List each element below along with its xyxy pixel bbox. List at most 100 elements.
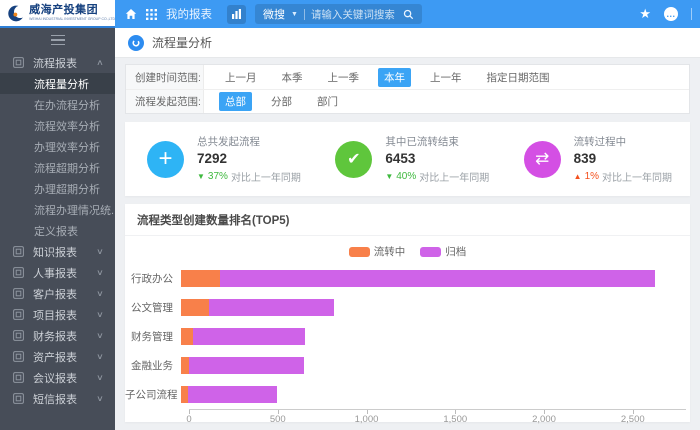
trend-down-icon: ▼ bbox=[385, 172, 393, 181]
sidebar-item-在办流程分析[interactable]: 在办流程分析 bbox=[0, 94, 115, 115]
reports-app-icon[interactable] bbox=[227, 5, 246, 24]
page-title-icon bbox=[128, 35, 144, 51]
stat-delta-percent: 37% bbox=[208, 171, 228, 182]
filter-option-指定日期范围[interactable]: 指定日期范围 bbox=[481, 68, 556, 87]
category-label: 公文管理 bbox=[125, 300, 181, 315]
search-placeholder: 请输入关键词搜索 bbox=[311, 7, 395, 22]
plus-icon: + bbox=[147, 141, 184, 178]
sidebar-collapse-icon[interactable] bbox=[0, 28, 115, 52]
search-divider bbox=[304, 9, 305, 20]
trend-down-icon: ▼ bbox=[197, 172, 205, 181]
chevron-down-icon: ∨ bbox=[96, 247, 104, 256]
filter-option-上一季[interactable]: 上一季 bbox=[322, 68, 366, 87]
bar-segment-归档[interactable] bbox=[193, 328, 305, 345]
stat-card-其中已流转结束: ✔其中已流转结束6453▼40%对比上一年同期 bbox=[313, 134, 501, 184]
more-options-icon[interactable]: ... bbox=[664, 7, 678, 21]
bar-segment-流转中[interactable] bbox=[181, 386, 188, 403]
filter-option-总部[interactable]: 总部 bbox=[219, 92, 252, 111]
sidebar-group-短信报表[interactable]: 短信报表∨ bbox=[0, 388, 115, 409]
favorite-star-icon[interactable]: ★ bbox=[639, 6, 651, 22]
bar-segment-流转中[interactable] bbox=[181, 270, 220, 287]
sidebar-item-label: 流程超期分析 bbox=[34, 160, 100, 176]
stat-value: 6453 bbox=[385, 151, 489, 166]
sidebar-item-流程办理情况统...[interactable]: 流程办理情况统... bbox=[0, 199, 115, 220]
sidebar-item-流程效率分析[interactable]: 流程效率分析 bbox=[0, 115, 115, 136]
bar-segment-归档[interactable] bbox=[189, 357, 304, 374]
sidebar-item-label: 流程办理情况统... bbox=[34, 202, 115, 218]
stat-value: 7292 bbox=[197, 151, 301, 166]
legend-label: 流转中 bbox=[374, 244, 406, 259]
bar-segment-归档[interactable] bbox=[220, 270, 655, 287]
check-icon: ✔ bbox=[335, 141, 372, 178]
sidebar-group-人事报表[interactable]: 人事报表∨ bbox=[0, 262, 115, 283]
sidebar-item-label: 办理效率分析 bbox=[34, 139, 100, 155]
filter-option-本年[interactable]: 本年 bbox=[378, 68, 411, 87]
sidebar-item-办理效率分析[interactable]: 办理效率分析 bbox=[0, 136, 115, 157]
stat-info: 流转过程中839▲1%对比上一年同期 bbox=[574, 134, 672, 184]
topbar: 威海产投集团 WEIHAI INDUSTRIAL INVESTMENT GROU… bbox=[0, 0, 700, 28]
sidebar-item-定义报表[interactable]: 定义报表 bbox=[0, 220, 115, 241]
sidebar-group-label: 流程报表 bbox=[33, 55, 77, 71]
stat-label: 其中已流转结束 bbox=[385, 134, 489, 149]
chart-legend: 流转中归档 bbox=[125, 236, 690, 264]
stacked-bar-金融业务 bbox=[181, 357, 304, 374]
stat-delta-percent: 1% bbox=[585, 171, 599, 182]
chart-row-行政办公: 行政办公 bbox=[125, 264, 690, 293]
sidebar-group-资产报表[interactable]: 资产报表∨ bbox=[0, 346, 115, 367]
logo[interactable]: 威海产投集团 WEIHAI INDUSTRIAL INVESTMENT GROU… bbox=[0, 0, 115, 28]
sidebar-group-label: 财务报表 bbox=[33, 328, 77, 344]
legend-item-归档[interactable]: 归档 bbox=[420, 244, 466, 259]
filter-option-部门[interactable]: 部门 bbox=[311, 92, 344, 111]
legend-swatch bbox=[349, 247, 370, 257]
home-icon[interactable] bbox=[125, 8, 137, 20]
bar-segment-流转中[interactable] bbox=[181, 299, 209, 316]
stat-compare-text: 对比上一年同期 bbox=[419, 169, 489, 184]
bar-segment-流转中[interactable] bbox=[181, 357, 189, 374]
sidebar-group-会议报表[interactable]: 会议报表 ∨ bbox=[0, 367, 115, 388]
top-nav: 我的报表 微搜 ▼ 请输入关键词搜索 ★ ... bbox=[115, 0, 700, 28]
sidebar-group-财务报表[interactable]: 财务报表∨ bbox=[0, 325, 115, 346]
filter-options: 总部分部部门 bbox=[204, 90, 344, 113]
filter-option-本季[interactable]: 本季 bbox=[276, 68, 309, 87]
filter-option-上一年[interactable]: 上一年 bbox=[424, 68, 468, 87]
my-reports-link[interactable]: 我的报表 bbox=[166, 6, 212, 22]
sidebar-item-办理超期分析[interactable]: 办理超期分析 bbox=[0, 178, 115, 199]
sidebar-item-流程超期分析[interactable]: 流程超期分析 bbox=[0, 157, 115, 178]
stat-info: 其中已流转结束6453▼40%对比上一年同期 bbox=[385, 134, 489, 184]
sidebar-group-知识报表[interactable]: 知识报表∨ bbox=[0, 241, 115, 262]
logo-icon bbox=[7, 4, 25, 23]
axis-tick-label: 500 bbox=[270, 414, 286, 425]
sidebar-group-label: 会议报表 bbox=[33, 370, 77, 386]
chevron-up-icon: ∧ bbox=[96, 58, 104, 67]
stat-delta: ▲1%对比上一年同期 bbox=[574, 169, 672, 184]
sidebar-group-流程报表[interactable]: 流程报表 ∧ bbox=[0, 52, 115, 73]
report-folder-icon bbox=[13, 309, 24, 320]
topbar-right-icons: ★ ... bbox=[639, 6, 692, 22]
search-input[interactable]: 微搜 ▼ 请输入关键词搜索 bbox=[255, 4, 422, 24]
bar-segment-归档[interactable] bbox=[188, 386, 277, 403]
chart-x-axis: 05001,0001,5002,0002,500 bbox=[189, 409, 686, 427]
legend-item-流转中[interactable]: 流转中 bbox=[349, 244, 406, 259]
main-content: 流程量分析 创建时间范围:上一月本季上一季本年上一年指定日期范围流程发起范围:总… bbox=[115, 28, 700, 430]
filter-option-上一月[interactable]: 上一月 bbox=[219, 68, 263, 87]
stat-compare-text: 对比上一年同期 bbox=[231, 169, 301, 184]
sidebar-group-客户报表[interactable]: 客户报表∨ bbox=[0, 283, 115, 304]
stacked-bar-行政办公 bbox=[181, 270, 655, 287]
apps-grid-icon[interactable] bbox=[146, 9, 157, 20]
chevron-down-icon: ∨ bbox=[96, 373, 104, 382]
sidebar-item-label: 办理超期分析 bbox=[34, 181, 100, 197]
axis-tick-label: 2,500 bbox=[621, 414, 645, 425]
sidebar-item-流程量分析[interactable]: 流程量分析 bbox=[0, 73, 115, 94]
filter-panel: 创建时间范围:上一月本季上一季本年上一年指定日期范围流程发起范围:总部分部部门 bbox=[125, 64, 690, 114]
logo-subtitle: WEIHAI INDUSTRIAL INVESTMENT GROUP CO.,L… bbox=[29, 18, 115, 22]
bar-segment-归档[interactable] bbox=[209, 299, 333, 316]
bar-segment-流转中[interactable] bbox=[181, 328, 193, 345]
chevron-down-icon: ∨ bbox=[96, 394, 104, 403]
search-icon[interactable] bbox=[403, 9, 414, 20]
search-scope-dropdown[interactable]: 微搜 bbox=[263, 6, 285, 22]
sidebar-group-项目报表[interactable]: 项目报表∨ bbox=[0, 304, 115, 325]
chevron-down-icon: ▼ bbox=[291, 11, 298, 18]
chevron-down-icon: ∨ bbox=[96, 310, 104, 319]
filter-option-分部[interactable]: 分部 bbox=[265, 92, 298, 111]
stat-delta: ▼37%对比上一年同期 bbox=[197, 169, 301, 184]
